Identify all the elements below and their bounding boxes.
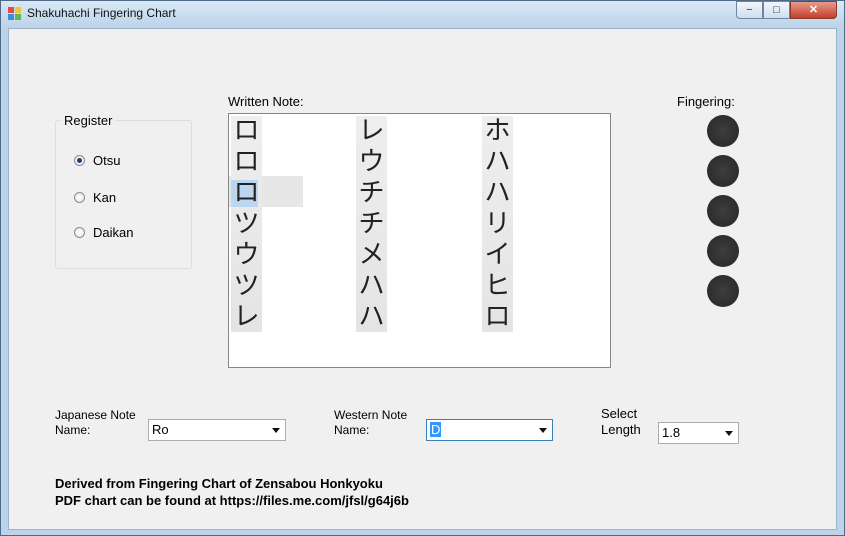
app-window: Shakuhachi Fingering Chart − □ ✕ Registe… — [0, 0, 845, 536]
note-glyph[interactable]: チ — [356, 209, 387, 239]
note-column-3[interactable]: ホ ハ ハ リ イ ヒ ロ — [482, 116, 513, 332]
western-note-label: Western Note Name: — [334, 408, 407, 438]
radio-kan[interactable]: Kan — [74, 190, 116, 205]
footer-credits: Derived from Fingering Chart of Zensabou… — [55, 475, 409, 509]
finger-hole-2 — [707, 155, 739, 187]
note-column-1[interactable]: ロ ロ ロ ツ ウ ツ レ — [231, 116, 262, 332]
finger-hole-4 — [707, 235, 739, 267]
note-glyph[interactable]: ロ — [231, 147, 262, 177]
finger-hole-5 — [707, 275, 739, 307]
western-note-label-line1: Western Note — [334, 408, 408, 422]
window-title: Shakuhachi Fingering Chart — [27, 6, 176, 20]
japanese-note-label: Japanese Note Name: — [55, 408, 136, 438]
chevron-down-icon[interactable] — [725, 431, 733, 436]
close-button[interactable]: ✕ — [790, 1, 837, 19]
radio-kan-indicator[interactable] — [74, 192, 85, 203]
note-glyph[interactable]: ロ — [482, 302, 513, 332]
note-glyph[interactable]: ハ — [482, 147, 513, 177]
register-group-label: Register — [61, 113, 116, 128]
written-note-label: Written Note: — [228, 94, 304, 109]
app-icon — [8, 7, 21, 20]
maximize-button[interactable]: □ — [763, 1, 790, 19]
radio-daikan-label[interactable]: Daikan — [93, 225, 133, 240]
note-glyph[interactable]: ツ — [231, 271, 262, 301]
note-glyph[interactable]: ハ — [356, 271, 387, 301]
japanese-note-label-line1: Japanese Note — [55, 408, 136, 422]
client-area: Register Otsu Kan Daikan Written Note: ロ… — [8, 28, 837, 530]
japanese-note-value: Ro — [152, 422, 169, 437]
note-glyph[interactable]: レ — [356, 116, 387, 146]
fingering-label: Fingering: — [677, 94, 735, 109]
radio-otsu-label[interactable]: Otsu — [93, 153, 120, 168]
note-glyph[interactable]: ツ — [231, 209, 262, 239]
note-glyph[interactable]: ウ — [231, 240, 262, 270]
note-glyph[interactable]: リ — [482, 209, 513, 239]
length-label: Select Length — [601, 406, 641, 438]
length-label-line2: Length — [601, 422, 641, 437]
footer-line-1: Derived from Fingering Chart of Zensabou… — [55, 476, 383, 491]
note-glyph[interactable]: レ — [231, 302, 262, 332]
length-label-line1: Select — [601, 406, 638, 421]
finger-hole-1 — [707, 115, 739, 147]
length-select[interactable]: 1.8 — [658, 422, 739, 444]
radio-otsu[interactable]: Otsu — [74, 153, 120, 168]
note-glyph[interactable]: ハ — [356, 302, 387, 332]
footer-line-2: PDF chart can be found at https://files.… — [55, 493, 409, 508]
note-column-2[interactable]: レ ウ チ チ メ ハ ハ — [356, 116, 387, 332]
note-glyph[interactable]: メ — [356, 240, 387, 270]
written-note-list[interactable]: ロ ロ ロ ツ ウ ツ レ レ ウ チ チ メ ハ ハ ホ ハ ハ リ イ ヒ … — [228, 113, 611, 368]
chevron-down-icon[interactable] — [539, 428, 547, 433]
note-glyph[interactable]: ロ — [231, 116, 262, 146]
japanese-note-label-line2: Name: — [55, 423, 91, 437]
note-glyph[interactable]: イ — [482, 240, 513, 270]
note-glyph-selected[interactable]: ロ — [231, 178, 262, 208]
note-glyph[interactable]: チ — [356, 178, 387, 208]
finger-hole-3 — [707, 195, 739, 227]
minimize-button[interactable]: − — [736, 1, 763, 19]
radio-otsu-indicator[interactable] — [74, 155, 85, 166]
length-value: 1.8 — [662, 425, 681, 440]
western-note-select[interactable]: D — [426, 419, 553, 441]
western-note-label-line2: Name: — [334, 423, 370, 437]
note-glyph[interactable]: ハ — [482, 178, 513, 208]
radio-daikan-indicator[interactable] — [74, 227, 85, 238]
radio-daikan[interactable]: Daikan — [74, 225, 133, 240]
japanese-note-select[interactable]: Ro — [148, 419, 286, 441]
note-glyph[interactable]: ウ — [356, 147, 387, 177]
title-bar[interactable]: Shakuhachi Fingering Chart − □ ✕ — [1, 1, 844, 28]
note-glyph[interactable]: ホ — [482, 116, 513, 146]
western-note-value: D — [430, 422, 442, 437]
chevron-down-icon[interactable] — [272, 428, 280, 433]
radio-kan-label[interactable]: Kan — [93, 190, 116, 205]
note-glyph[interactable]: ヒ — [482, 271, 513, 301]
